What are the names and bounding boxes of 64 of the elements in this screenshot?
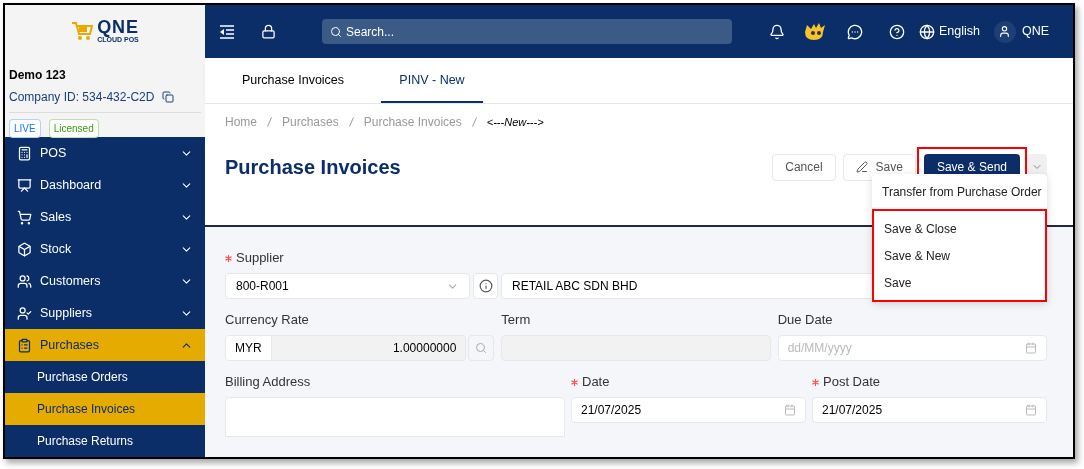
sidebar-item[interactable]: POS — [5, 137, 205, 169]
language-selector[interactable]: English — [918, 22, 980, 41]
bell-icon[interactable] — [768, 23, 785, 40]
field-label: Supplier — [236, 249, 284, 268]
supplier-select[interactable]: 800-R001 — [225, 273, 470, 299]
menu-item[interactable]: Save & Close — [874, 215, 1045, 242]
cart-icon — [17, 209, 32, 225]
cancel-button[interactable]: Cancel — [772, 153, 836, 181]
menu-item[interactable]: Save & New — [874, 242, 1045, 269]
collapse-menu-icon[interactable] — [219, 24, 235, 39]
page-title: Purchase Invoices — [225, 155, 402, 180]
sidebar-subitem[interactable]: Purchase Invoices — [5, 393, 205, 425]
logo-title: QNE — [97, 18, 139, 36]
help-icon[interactable] — [888, 23, 905, 40]
sidebar-item[interactable]: Sales — [5, 201, 205, 233]
sidebar-item[interactable]: Customers — [5, 265, 205, 297]
field-label: Date — [582, 373, 610, 392]
sidebar-item[interactable]: Suppliers — [5, 297, 205, 329]
field-label: Currency Rate — [225, 311, 309, 330]
calendar-icon — [784, 404, 796, 416]
user-icon — [998, 25, 1012, 38]
box-icon — [17, 241, 32, 257]
date-field[interactable]: 21/07/2025 — [812, 397, 1047, 423]
mascot-icon[interactable] — [804, 22, 827, 41]
sidebar-subitem[interactable]: Purchase Returns — [5, 425, 205, 457]
copy-icon[interactable] — [162, 91, 175, 103]
calendar-icon — [1025, 342, 1037, 354]
company-id: Company ID: 534-432-C2D — [9, 89, 155, 106]
breadcrumb-item: <---New---> — [486, 114, 544, 130]
field-label: Post Date — [823, 373, 881, 392]
person-check-icon — [17, 305, 32, 321]
search-icon — [330, 25, 342, 38]
globe-icon — [918, 23, 935, 40]
cart-logo-icon — [71, 19, 94, 42]
sidebar-item[interactable]: Dashboard — [5, 169, 205, 201]
chat-icon[interactable] — [846, 23, 863, 40]
breadcrumb-separator-icon — [348, 117, 354, 127]
breadcrumb-separator-icon — [471, 117, 477, 127]
tab[interactable]: Purchase Invoices — [233, 59, 353, 103]
field-label: Due Date — [777, 311, 833, 330]
clipboard-icon — [17, 337, 32, 353]
status-badge: Licensed — [48, 119, 99, 138]
billing-address-field[interactable] — [225, 397, 565, 437]
menu-item[interactable]: Transfer from Purchase Order — [872, 178, 1047, 205]
search-icon — [475, 342, 488, 354]
search-field[interactable]: Search... — [322, 19, 732, 44]
pen-icon — [855, 161, 868, 173]
user-menu[interactable]: QNE — [993, 20, 1049, 43]
currency-rate-field[interactable]: MYR 1.00000000 — [225, 335, 467, 361]
date-field[interactable]: 21/07/2025 — [571, 397, 806, 423]
calendar-icon — [1025, 404, 1037, 416]
currency-code: MYR — [226, 336, 272, 360]
sidebar-item[interactable]: Purchases — [5, 329, 205, 361]
people-icon — [17, 273, 32, 289]
info-icon — [478, 279, 493, 293]
info-button[interactable] — [473, 273, 498, 299]
field-label: Billing Address — [225, 373, 311, 392]
sidebar-subitem[interactable]: Purchase Orders — [5, 361, 205, 393]
lock-icon[interactable] — [261, 24, 276, 39]
status-badge: LIVE — [9, 119, 41, 138]
breadcrumb-separator-icon — [267, 117, 272, 127]
sidebar-item[interactable]: Stock — [5, 233, 205, 265]
company-name: Demo 123 — [9, 67, 67, 84]
field-label: Term — [501, 311, 531, 330]
